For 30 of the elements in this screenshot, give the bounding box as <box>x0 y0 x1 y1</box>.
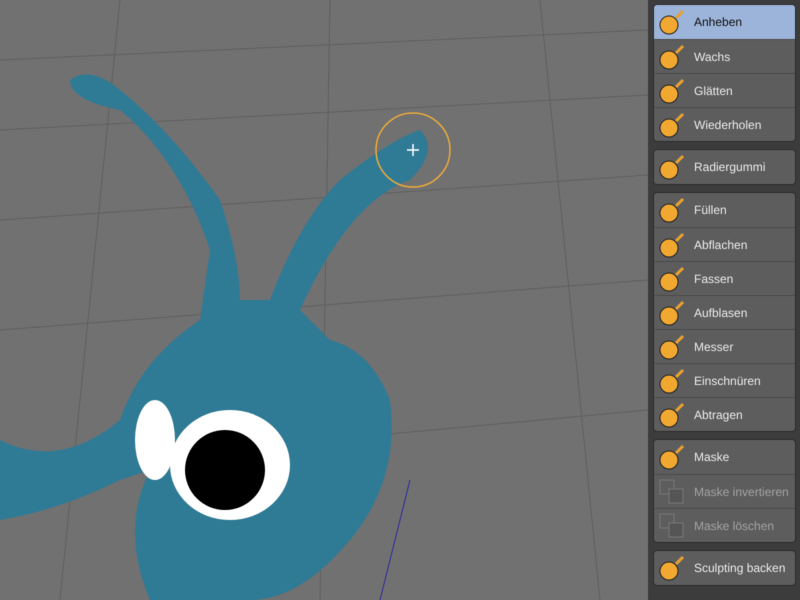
sphere-brush-icon <box>658 264 686 292</box>
square-icon <box>658 512 686 540</box>
sculpt-tool-item[interactable]: Abflachen <box>654 227 795 261</box>
sphere-brush-icon <box>658 110 686 138</box>
square-icon <box>658 478 686 506</box>
sphere-brush-icon <box>658 443 686 471</box>
sculpt-tool-item[interactable]: Wachs <box>654 39 795 73</box>
sculpt-tool-item[interactable]: Füllen <box>654 193 795 227</box>
sphere-brush-icon <box>658 42 686 70</box>
sphere-brush-icon <box>658 554 686 582</box>
sphere-brush-icon <box>658 230 686 258</box>
sphere-brush-icon <box>658 76 686 104</box>
sphere-brush-icon <box>658 196 686 224</box>
sphere-brush-icon <box>658 298 686 326</box>
sculpt-tool-item[interactable]: Anheben <box>654 5 795 39</box>
sculpt-tool-item[interactable]: Radiergummi <box>654 150 795 184</box>
sphere-brush-icon <box>658 153 686 181</box>
sculpt-tool-item[interactable]: Sculpting backen <box>654 551 795 585</box>
sculpt-tool-item[interactable]: Messer <box>654 329 795 363</box>
sphere-brush-icon <box>658 400 686 428</box>
sphere-brush-icon <box>658 332 686 360</box>
sculpt-tool-item[interactable]: Abtragen <box>654 397 795 431</box>
sculpt-tool-item[interactable]: Wiederholen <box>654 107 795 141</box>
sculpt-tool-item[interactable]: Glätten <box>654 73 795 107</box>
sculpt-tool-item[interactable]: Fassen <box>654 261 795 295</box>
sculpt-tool-item[interactable]: Aufblasen <box>654 295 795 329</box>
sphere-brush-icon <box>658 8 686 36</box>
sphere-brush-icon <box>658 366 686 394</box>
sculpt-tool-item[interactable]: Maske <box>654 440 795 474</box>
sculpt-tool-item[interactable]: Einschnüren <box>654 363 795 397</box>
